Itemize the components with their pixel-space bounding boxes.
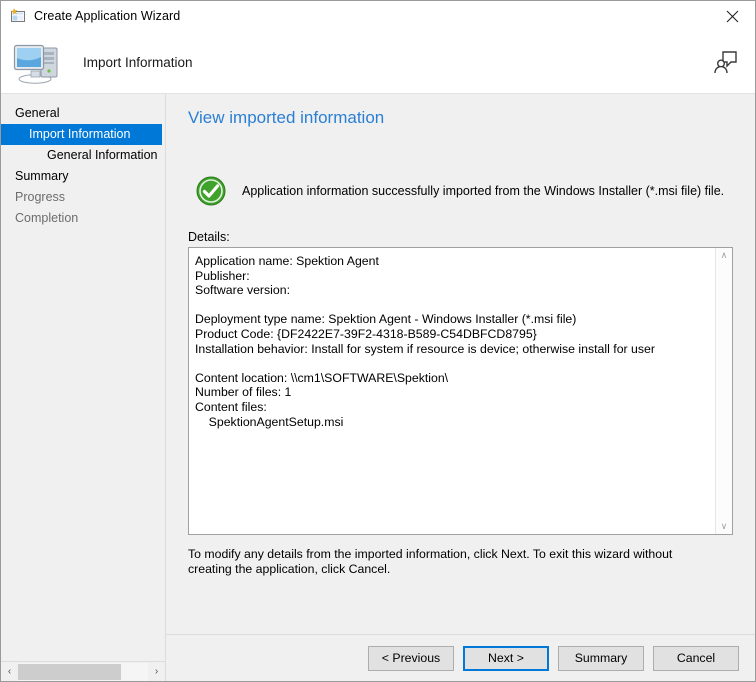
wizard-header: Import Information <box>1 31 755 94</box>
computer-icon <box>11 38 69 86</box>
previous-button[interactable]: < Previous <box>368 645 454 671</box>
wizard-window-icon <box>10 8 26 24</box>
details-textbox[interactable]: Application name: Spektion Agent Publish… <box>188 247 733 535</box>
import-status-message: Application information successfully imp… <box>242 184 725 198</box>
next-button[interactable]: Next > <box>463 645 549 671</box>
feedback-person-icon[interactable] <box>713 49 739 75</box>
scroll-up-icon[interactable]: ∧ <box>721 251 728 260</box>
sidebar-item-summary[interactable]: Summary <box>1 166 165 187</box>
wizard-step-sidebar: General Import Information General Infor… <box>1 94 166 681</box>
sidebar-item-general[interactable]: General <box>1 103 165 124</box>
scroll-left-icon[interactable]: ‹ <box>1 663 18 681</box>
details-text-content: Application name: Spektion Agent Publish… <box>195 254 655 429</box>
scroll-down-icon[interactable]: ∨ <box>721 522 728 531</box>
sidebar-item-import-information[interactable]: Import Information <box>1 124 162 145</box>
wizard-body: General Import Information General Infor… <box>1 94 755 681</box>
details-label: Details: <box>188 230 230 244</box>
sidebar-item-completion: Completion <box>15 211 79 225</box>
window-title: Create Application Wizard <box>34 9 181 23</box>
wizard-content: View imported information Application in… <box>166 94 755 681</box>
close-icon[interactable] <box>710 1 755 31</box>
page-title: View imported information <box>188 108 385 127</box>
wizard-footnote: To modify any details from the imported … <box>188 547 673 576</box>
import-status-row: Application information successfully imp… <box>188 176 733 206</box>
sidebar-item-general-information[interactable]: General Information <box>1 145 165 166</box>
create-application-wizard-window: Create Application Wizard Import Informa… <box>0 0 756 682</box>
sidebar-horizontal-scrollbar[interactable]: ‹ › <box>1 661 166 681</box>
cancel-button[interactable]: Cancel <box>653 645 739 671</box>
summary-button[interactable]: Summary <box>558 645 644 671</box>
success-check-icon <box>196 176 226 206</box>
sidebar-item-progress: Progress <box>15 190 66 204</box>
scrollbar-track[interactable] <box>18 662 148 681</box>
scrollbar-thumb[interactable] <box>18 663 121 680</box>
scroll-right-icon[interactable]: › <box>148 663 165 681</box>
wizard-footer: < Previous Next > Summary Cancel <box>166 634 755 681</box>
header-title: Import Information <box>83 54 193 70</box>
title-bar: Create Application Wizard <box>1 1 755 31</box>
details-vertical-scrollbar[interactable]: ∧ ∨ <box>715 248 732 534</box>
